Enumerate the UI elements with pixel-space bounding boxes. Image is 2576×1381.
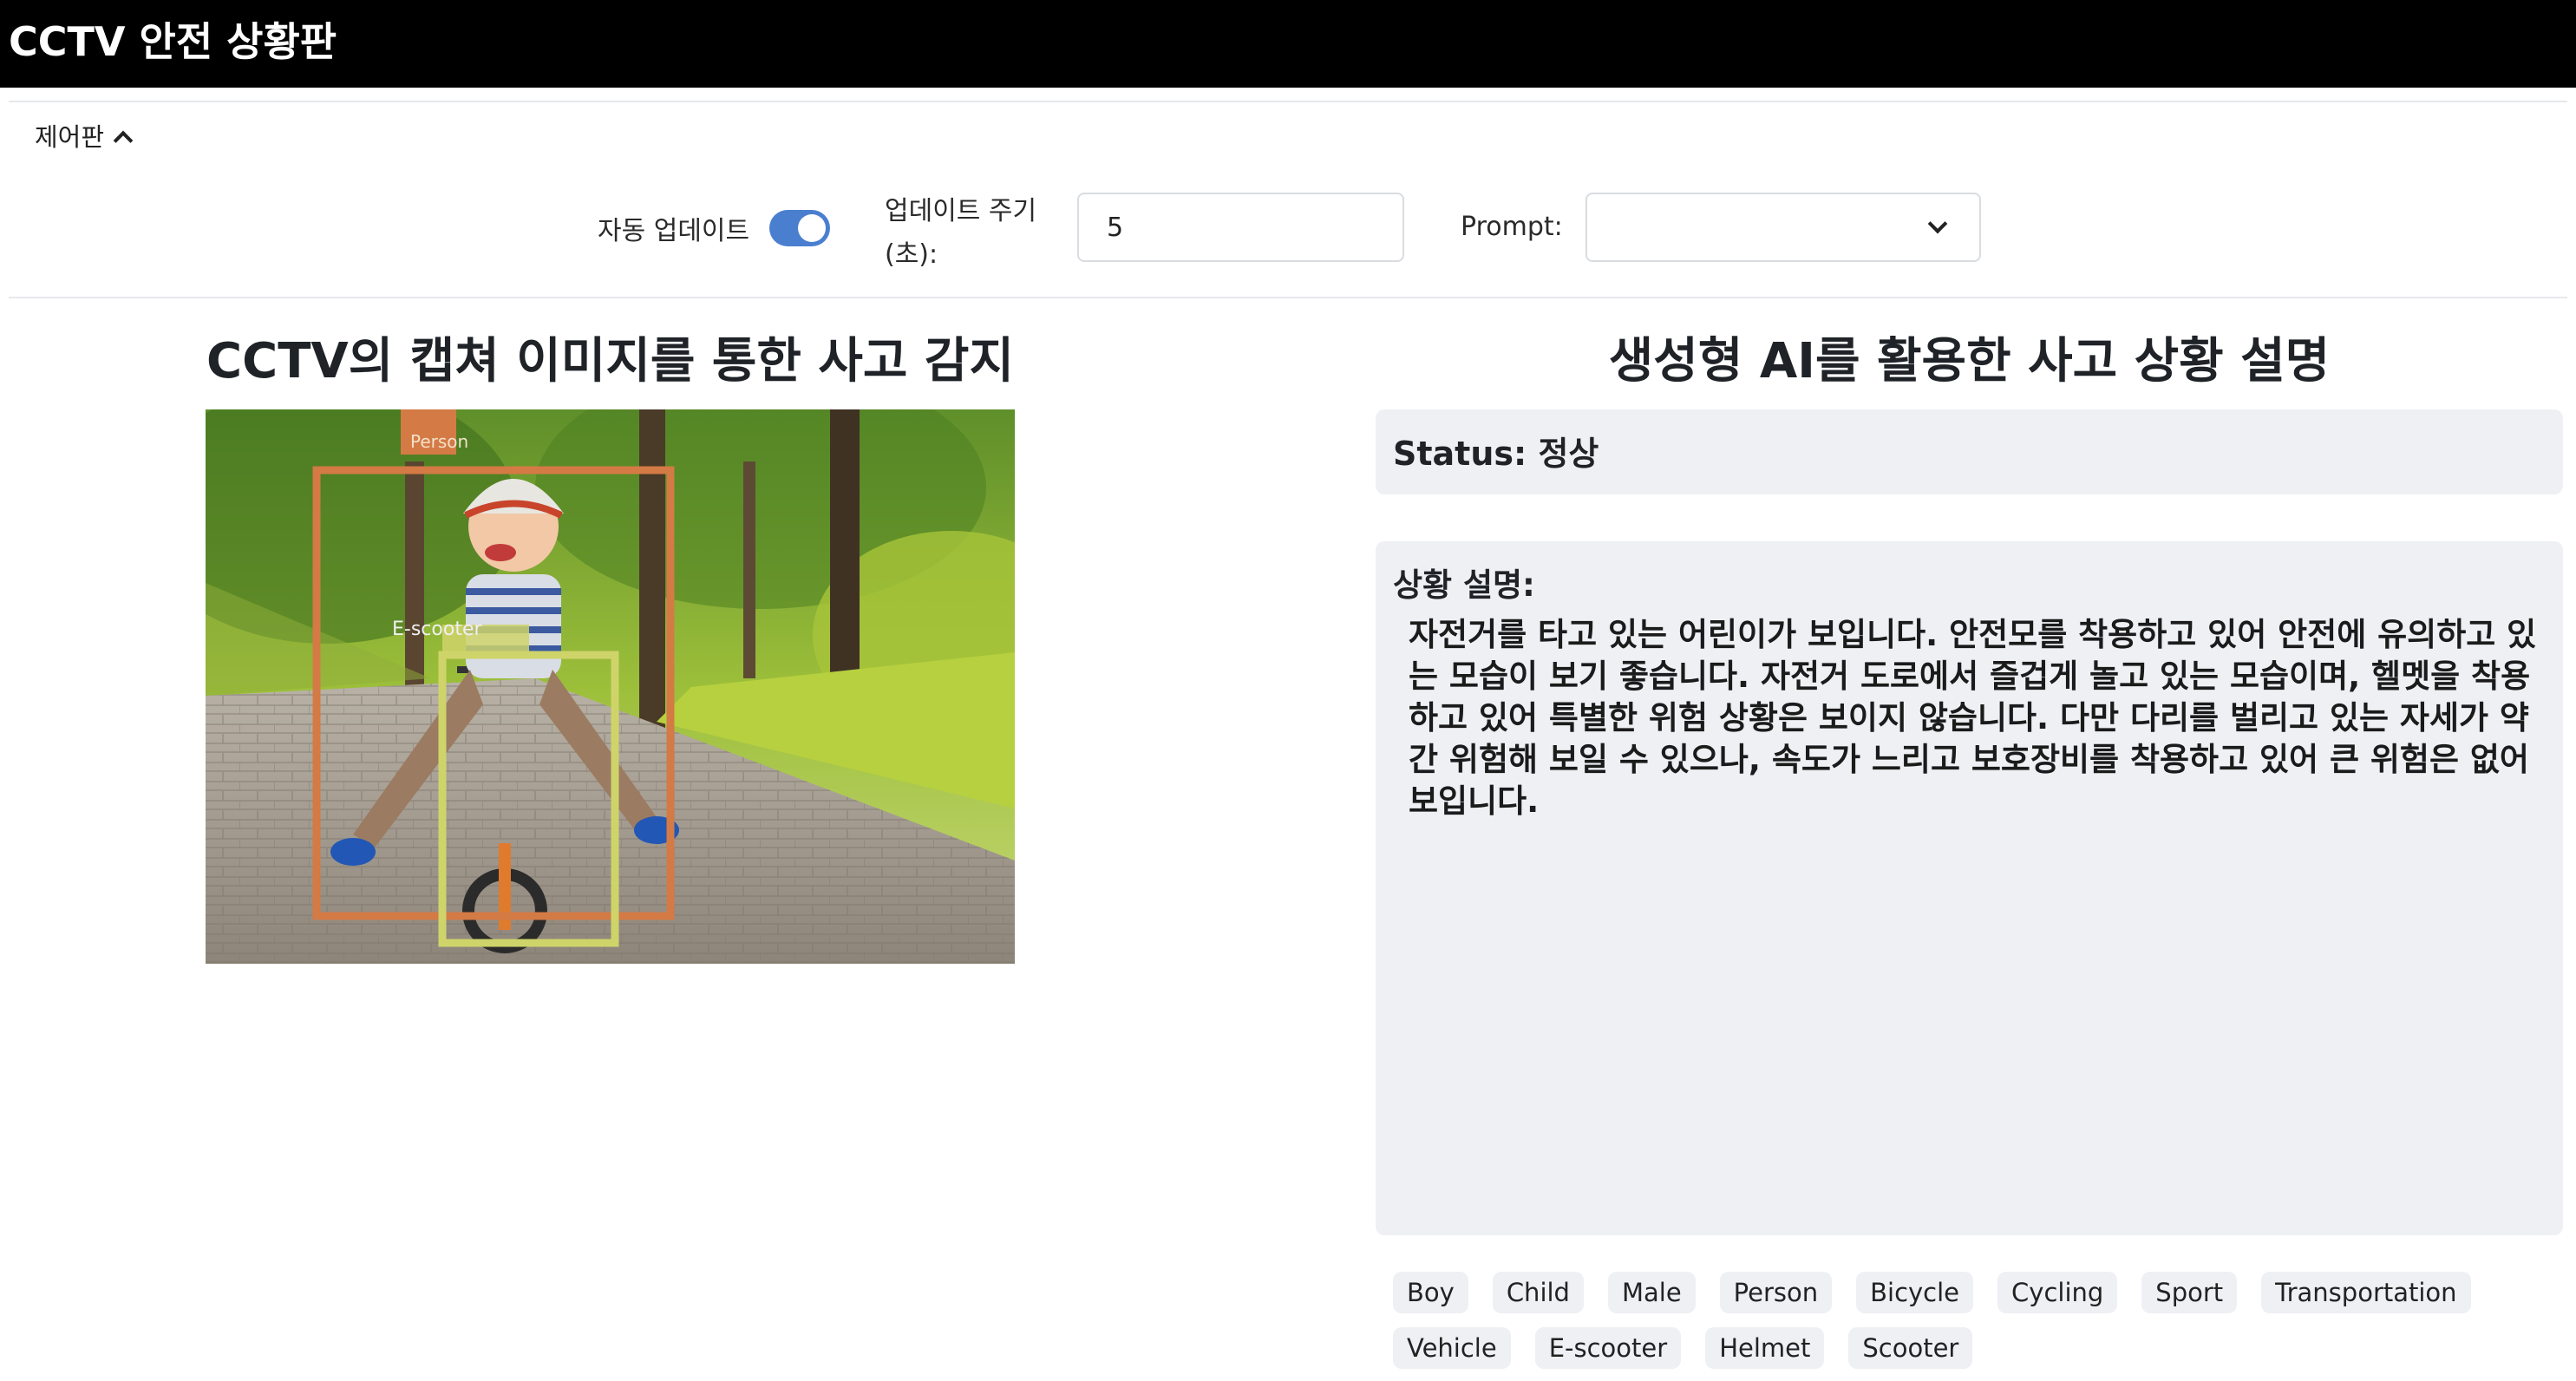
prompt-select[interactable] bbox=[1585, 193, 1981, 262]
tag[interactable]: Vehicle bbox=[1393, 1327, 1511, 1369]
divider bbox=[9, 101, 2567, 102]
description-title: 상황 설명: bbox=[1393, 566, 1535, 604]
toggle-knob bbox=[798, 214, 826, 242]
tag[interactable]: Sport bbox=[2141, 1272, 2238, 1313]
status-card: Status: 정상 bbox=[1376, 409, 2563, 494]
tag[interactable]: E-scooter bbox=[1534, 1327, 1682, 1369]
description-card: 상황 설명: 자전거를 타고 있는 어린이가 보입니다. 안전모를 착용하고 있… bbox=[1376, 541, 2563, 1235]
detection-title: CCTV의 캡쳐 이미지를 통한 사고 감지 bbox=[206, 333, 1014, 389]
interval-input[interactable] bbox=[1077, 193, 1404, 262]
tag[interactable]: Cycling bbox=[1997, 1272, 2118, 1313]
box-label-person: Person bbox=[410, 431, 468, 452]
auto-update-label: 자동 업데이트 bbox=[598, 216, 750, 246]
tag[interactable]: Transportation bbox=[2261, 1272, 2471, 1313]
tag[interactable]: Child bbox=[1492, 1272, 1584, 1313]
tag-list: Boy Child Male Person Bicycle Cycling Sp… bbox=[1393, 1272, 2573, 1369]
prompt-label: Prompt: bbox=[1461, 212, 1563, 242]
box-label-e-scooter: E-scooter bbox=[392, 619, 482, 640]
tag[interactable]: Scooter bbox=[1848, 1327, 1973, 1369]
auto-update-toggle[interactable] bbox=[769, 210, 830, 246]
control-panel-label: 제어판 bbox=[35, 122, 105, 152]
status-text: Status: 정상 bbox=[1393, 435, 1599, 473]
tag[interactable]: Male bbox=[1607, 1272, 1696, 1313]
top-bar: CCTV 안전 상황판 bbox=[0, 0, 2576, 88]
tag[interactable]: Person bbox=[1719, 1272, 1833, 1313]
divider bbox=[9, 297, 2567, 298]
description-text: 자전거를 타고 있는 어린이가 보입니다. 안전모를 착용하고 있어 안전에 유… bbox=[1409, 616, 2537, 820]
explanation-title: 생성형 AI를 활용한 사고 상황 설명 bbox=[1608, 333, 2331, 389]
control-panel-toggle[interactable]: 제어판 bbox=[35, 118, 134, 156]
cctv-capture-image: Person E-scooter bbox=[206, 409, 1015, 964]
app-title: CCTV 안전 상황판 bbox=[9, 18, 337, 65]
chevron-up-icon bbox=[113, 130, 134, 151]
chevron-down-icon bbox=[1927, 213, 1948, 234]
interval-label-line2: (초): bbox=[885, 239, 938, 270]
tag[interactable]: Boy bbox=[1393, 1272, 1468, 1313]
tag[interactable]: Helmet bbox=[1705, 1327, 1825, 1369]
tag[interactable]: Bicycle bbox=[1856, 1272, 1974, 1313]
interval-label-line1: 업데이트 주기 bbox=[885, 196, 1037, 226]
